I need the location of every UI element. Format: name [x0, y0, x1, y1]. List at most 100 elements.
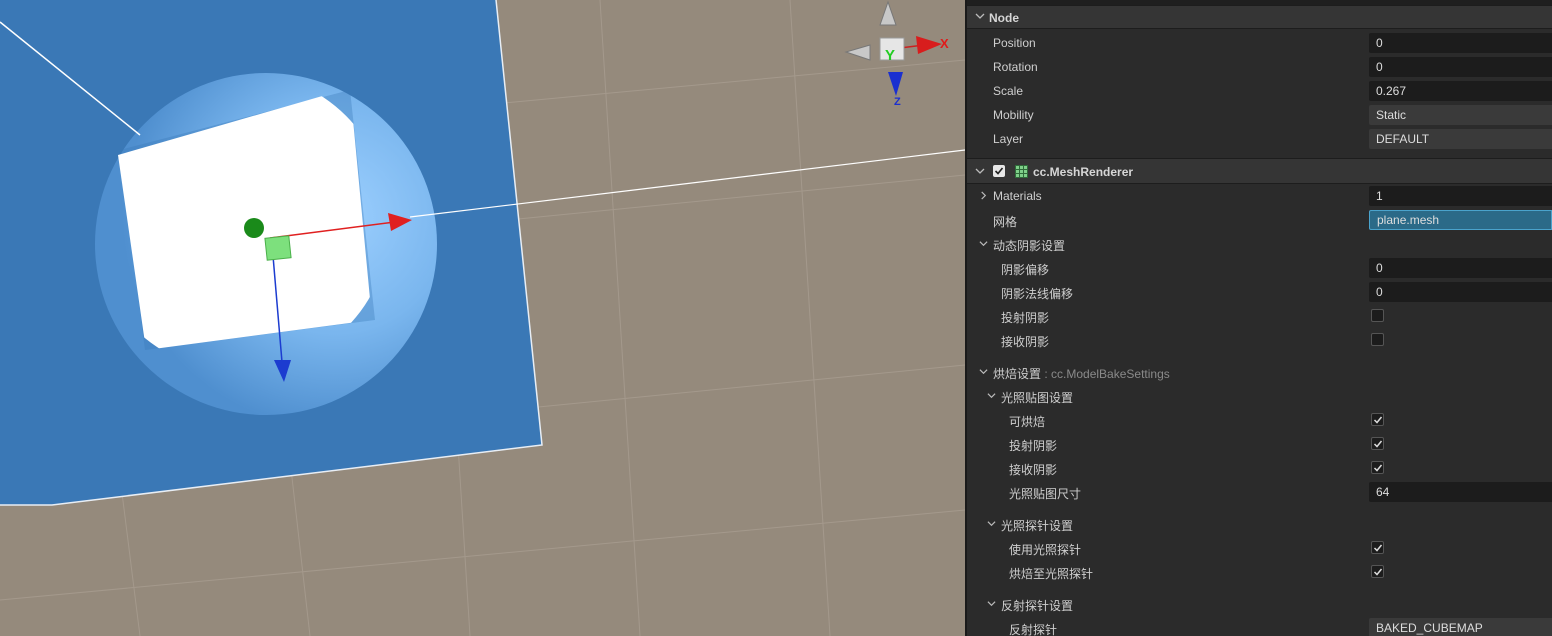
property-row-mesh: 网格 plane.mesh — [967, 208, 1552, 232]
property-row-shadow-normal-bias: 阴影法线偏移 0 — [967, 280, 1552, 304]
check-icon — [1373, 568, 1383, 576]
property-row-materials[interactable]: Materials 1 — [967, 184, 1552, 208]
position-input[interactable]: 0 — [1369, 33, 1552, 53]
orientation-gizmo[interactable]: X Z Y — [844, 0, 949, 108]
gizmo-y-handle[interactable] — [244, 218, 264, 238]
check-icon — [1373, 544, 1383, 552]
property-row-shadow-bias: 阴影偏移 0 — [967, 256, 1552, 280]
inspector-panel: Node Position 0 Rotation 0 Scale 0.267 M… — [965, 0, 1552, 636]
chevron-down-icon[interactable] — [979, 367, 988, 376]
mobility-select[interactable]: Static — [1369, 105, 1552, 125]
materials-count-input[interactable]: 1 — [1369, 186, 1552, 206]
chevron-down-icon — [975, 13, 985, 19]
property-row-reflection-probe: 反射探针 BAKED_CUBEMAP — [967, 616, 1552, 636]
axis-negx-cone[interactable] — [844, 44, 871, 61]
lightmap-settings-label: 光照贴图设置 — [1001, 391, 1074, 405]
lightmap-size-input[interactable]: 64 — [1369, 482, 1552, 502]
property-row-lightmap-cast-shadow: 投射阴影 — [967, 432, 1552, 456]
bake-type-separator: : — [1041, 367, 1052, 381]
check-icon — [1373, 440, 1383, 448]
axis-z-cone[interactable] — [888, 72, 903, 96]
bake-settings-label: 烘焙设置 : cc.ModelBakeSettings — [993, 365, 1170, 382]
shadow-bias-label: 阴影偏移 — [1001, 263, 1050, 277]
layer-label: Layer — [993, 132, 1024, 146]
cast-shadow-checkbox[interactable] — [1371, 309, 1384, 322]
chevron-down-icon[interactable] — [979, 239, 988, 248]
reflection-probe-label: 反射探针 — [1009, 623, 1058, 636]
mesh-label: 网格 — [993, 215, 1018, 229]
reflection-probe-settings-group[interactable]: 反射探针设置 — [967, 592, 1552, 616]
chevron-down-icon[interactable] — [987, 519, 996, 528]
axis-y-label: Y — [885, 47, 895, 64]
use-light-probe-checkbox[interactable] — [1371, 541, 1384, 554]
chevron-down-icon[interactable] — [987, 391, 996, 400]
bakeable-checkbox[interactable] — [1371, 413, 1384, 426]
lightmap-cast-shadow-label: 投射阴影 — [1009, 439, 1058, 453]
bake-settings-type: cc.ModelBakeSettings — [1051, 367, 1170, 381]
property-row-rotation: Rotation 0 — [967, 55, 1552, 79]
mesh-renderer-title: cc.MeshRenderer — [1033, 165, 1134, 179]
node-section-title: Node — [989, 11, 1019, 25]
reflection-probe-settings-label: 反射探针设置 — [1001, 599, 1074, 613]
check-icon — [1373, 464, 1383, 472]
node-section-header[interactable]: Node — [967, 5, 1552, 29]
receive-shadow-label: 接收阴影 — [1001, 335, 1050, 349]
rotation-input[interactable]: 0 — [1369, 57, 1552, 77]
scene-viewport[interactable]: X Z Y — [0, 0, 965, 636]
gizmo-center-handle[interactable] — [264, 235, 292, 261]
materials-label: Materials — [993, 189, 1042, 203]
property-row-lightmap-size: 光照贴图尺寸 64 — [967, 480, 1552, 504]
bake-settings-title: 烘焙设置 — [993, 367, 1042, 381]
cast-shadow-label: 投射阴影 — [1001, 311, 1050, 325]
reflection-probe-select[interactable]: BAKED_CUBEMAP — [1369, 618, 1552, 636]
property-row-receive-shadow: 接收阴影 — [967, 328, 1552, 352]
mobility-label: Mobility — [993, 108, 1034, 122]
lightmap-settings-group[interactable]: 光照贴图设置 — [967, 384, 1552, 408]
receive-shadow-checkbox[interactable] — [1371, 333, 1384, 346]
axis-y-cone[interactable] — [879, 0, 897, 26]
property-row-mobility: Mobility Static — [967, 103, 1552, 127]
chevron-down-icon[interactable] — [987, 599, 996, 608]
property-row-bakeable: 可烘焙 — [967, 408, 1552, 432]
axis-x-label: X — [940, 36, 949, 51]
check-icon — [1373, 416, 1383, 424]
bake-to-light-probe-checkbox[interactable] — [1371, 565, 1384, 578]
use-light-probe-label: 使用光照探针 — [1009, 543, 1082, 557]
property-row-lightmap-receive-shadow: 接收阴影 — [967, 456, 1552, 480]
axis-z-label: Z — [894, 96, 901, 108]
light-probe-settings-group[interactable]: 光照探针设置 — [967, 512, 1552, 536]
mesh-renderer-header[interactable]: cc.MeshRenderer — [967, 158, 1552, 184]
shadow-normal-bias-label: 阴影法线偏移 — [1001, 287, 1074, 301]
shadow-bias-input[interactable]: 0 — [1369, 258, 1552, 278]
rotation-label: Rotation — [993, 60, 1038, 74]
property-row-cast-shadow: 投射阴影 — [967, 304, 1552, 328]
bakeable-label: 可烘焙 — [1009, 415, 1046, 429]
scale-input[interactable]: 0.267 — [1369, 81, 1552, 101]
lightmap-receive-shadow-checkbox[interactable] — [1371, 461, 1384, 474]
layer-select[interactable]: DEFAULT — [1369, 129, 1552, 149]
scale-label: Scale — [993, 84, 1024, 98]
property-row-position: Position 0 — [967, 31, 1552, 55]
property-row-layer: Layer DEFAULT — [967, 127, 1552, 151]
position-label: Position — [993, 36, 1036, 50]
bake-to-light-probe-label: 烘焙至光照探针 — [1009, 567, 1094, 581]
axis-x-cone[interactable] — [916, 36, 942, 54]
property-row-bake-to-light-probe: 烘焙至光照探针 — [967, 560, 1552, 584]
light-probe-settings-label: 光照探针设置 — [1001, 519, 1074, 533]
lightmap-size-label: 光照贴图尺寸 — [1009, 487, 1082, 501]
lightmap-receive-shadow-label: 接收阴影 — [1009, 463, 1058, 477]
dynamic-shadow-label: 动态阴影设置 — [993, 239, 1066, 253]
dynamic-shadow-group[interactable]: 动态阴影设置 — [967, 232, 1552, 256]
shadow-normal-bias-input[interactable]: 0 — [1369, 282, 1552, 302]
scene-canvas[interactable]: X Z Y — [0, 0, 965, 636]
mesh-grid-icon — [1015, 165, 1028, 178]
mesh-asset-field[interactable]: plane.mesh — [1369, 210, 1552, 230]
chevron-right-icon[interactable] — [979, 191, 988, 200]
bake-settings-group[interactable]: 烘焙设置 : cc.ModelBakeSettings — [967, 360, 1552, 384]
chevron-down-icon — [975, 168, 985, 174]
mesh-renderer-enabled-checkbox[interactable] — [993, 165, 1005, 177]
check-icon — [994, 167, 1004, 175]
property-row-use-light-probe: 使用光照探针 — [967, 536, 1552, 560]
property-row-scale: Scale 0.267 — [967, 79, 1552, 103]
lightmap-cast-shadow-checkbox[interactable] — [1371, 437, 1384, 450]
